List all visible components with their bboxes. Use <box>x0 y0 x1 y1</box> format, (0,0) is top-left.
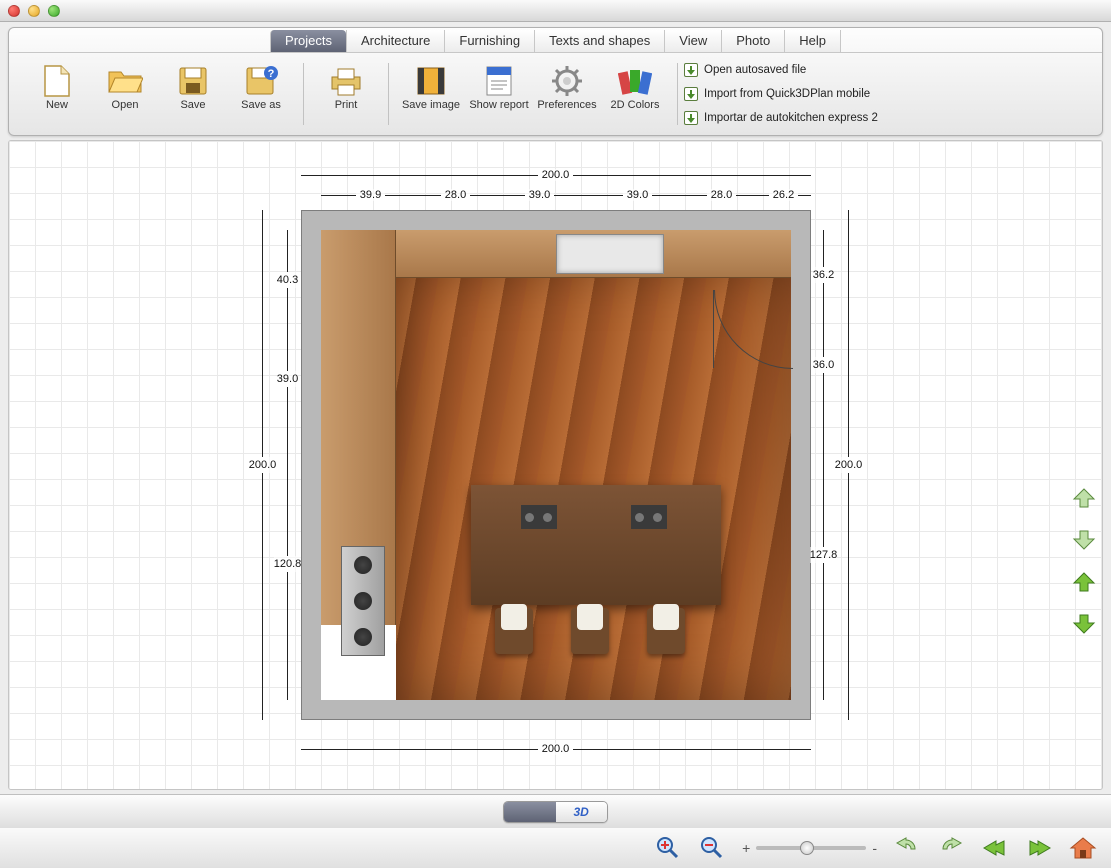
dim-right-seg: 36.0 <box>807 320 841 410</box>
show-report-button[interactable]: Show report <box>467 59 531 129</box>
dim-top-seg: 39.9 <box>321 186 421 204</box>
floppy-icon <box>175 63 211 99</box>
dim-top-seg: 26.2 <box>757 186 811 204</box>
import-autokitchen-link[interactable]: Importar de autokitchen express 2 <box>684 111 878 125</box>
slider-track[interactable] <box>756 846 866 850</box>
kitchen-island[interactable] <box>471 485 721 605</box>
dim-top-seg: 28.0 <box>687 186 757 204</box>
save-button[interactable]: Save <box>161 59 225 129</box>
stool[interactable] <box>495 608 533 654</box>
layer-up-button[interactable] <box>1070 485 1098 511</box>
floor-plan[interactable]: 200.0 39.9 28.0 39.0 39.0 28.0 26.2 200.… <box>301 210 811 720</box>
dim-top-seg: 39.0 <box>589 186 687 204</box>
tab-projects[interactable]: Projects <box>270 30 346 52</box>
tab-texts-shapes[interactable]: Texts and shapes <box>534 30 664 52</box>
range-appliance[interactable] <box>341 546 385 656</box>
new-doc-icon <box>39 63 75 99</box>
view-mode-bar: 2D 3D <box>0 794 1111 828</box>
download-icon <box>684 111 698 125</box>
dim-left-seg: 40.3 <box>271 230 305 330</box>
island-cooktop <box>521 505 557 529</box>
zoom-minus-label: - <box>872 840 877 856</box>
titlebar <box>0 0 1111 22</box>
zoom-slider[interactable]: + - <box>742 840 877 856</box>
zoom-out-button[interactable] <box>698 834 726 862</box>
save-image-button[interactable]: Save image <box>399 59 463 129</box>
view-mode-toggle: 2D 3D <box>503 801 608 823</box>
view-3d-button[interactable]: 3D <box>556 802 607 822</box>
open-button[interactable]: Open <box>93 59 157 129</box>
view-2d-button[interactable]: 2D <box>504 802 555 822</box>
tab-architecture[interactable]: Architecture <box>346 30 444 52</box>
dim-top-seg: 39.0 <box>491 186 589 204</box>
zoom-plus-label: + <box>742 840 750 856</box>
undo-button[interactable] <box>893 834 921 862</box>
zoom-in-button[interactable] <box>654 834 682 862</box>
prev-button[interactable] <box>981 834 1009 862</box>
move-down-button[interactable] <box>1070 611 1098 637</box>
svg-text:?: ? <box>268 68 275 80</box>
open-autosaved-link[interactable]: Open autosaved file <box>684 63 878 77</box>
next-button[interactable] <box>1025 834 1053 862</box>
saveas-button[interactable]: ? Save as <box>229 59 293 129</box>
tabstrip: Projects Architecture Furnishing Texts a… <box>9 28 1102 53</box>
floppy-question-icon: ? <box>243 63 279 99</box>
slider-thumb[interactable] <box>800 841 814 855</box>
tab-furnishing[interactable]: Furnishing <box>444 30 534 52</box>
minimize-window-button[interactable] <box>28 5 40 17</box>
new-button[interactable]: New <box>25 59 89 129</box>
download-icon <box>684 87 698 101</box>
side-nav-arrows <box>1070 485 1098 637</box>
door-swing[interactable] <box>713 290 791 368</box>
ribbon: Projects Architecture Furnishing Texts a… <box>8 27 1103 136</box>
island-cooktop <box>631 505 667 529</box>
report-icon <box>481 63 517 99</box>
zoom-window-button[interactable] <box>48 5 60 17</box>
sink[interactable] <box>556 234 664 274</box>
gear-icon <box>549 63 585 99</box>
print-button[interactable]: Print <box>314 59 378 129</box>
download-icon <box>684 63 698 77</box>
tab-photo[interactable]: Photo <box>721 30 784 52</box>
dim-bottom-total: 200.0 <box>301 740 811 758</box>
toolbar: New Open Save ? <box>9 53 1102 135</box>
swatches-icon <box>617 63 653 99</box>
film-icon <box>413 63 449 99</box>
dim-right-seg: 36.2 <box>807 230 841 320</box>
stool[interactable] <box>571 608 609 654</box>
folder-open-icon <box>107 63 143 99</box>
stool[interactable] <box>647 608 685 654</box>
bottom-toolbar: + - <box>0 828 1111 868</box>
tab-help[interactable]: Help <box>784 30 841 52</box>
2d-colors-button[interactable]: 2D Colors <box>603 59 667 129</box>
design-canvas[interactable]: 200.0 39.9 28.0 39.0 39.0 28.0 26.2 200.… <box>8 140 1103 790</box>
home-button[interactable] <box>1069 834 1097 862</box>
redo-button[interactable] <box>937 834 965 862</box>
import-mobile-link[interactable]: Import from Quick3DPlan mobile <box>684 87 878 101</box>
dim-right-seg: 127.8 <box>807 410 841 700</box>
preferences-button[interactable]: Preferences <box>535 59 599 129</box>
dim-left-seg: 120.8 <box>271 428 305 700</box>
dim-top-total: 200.0 <box>301 166 811 184</box>
move-up-button[interactable] <box>1070 569 1098 595</box>
dim-top-seg: 28.0 <box>421 186 491 204</box>
tab-view[interactable]: View <box>664 30 721 52</box>
layer-down-button[interactable] <box>1070 527 1098 553</box>
close-window-button[interactable] <box>8 5 20 17</box>
printer-icon <box>328 63 364 99</box>
dim-left-seg: 39.0 <box>271 330 305 428</box>
